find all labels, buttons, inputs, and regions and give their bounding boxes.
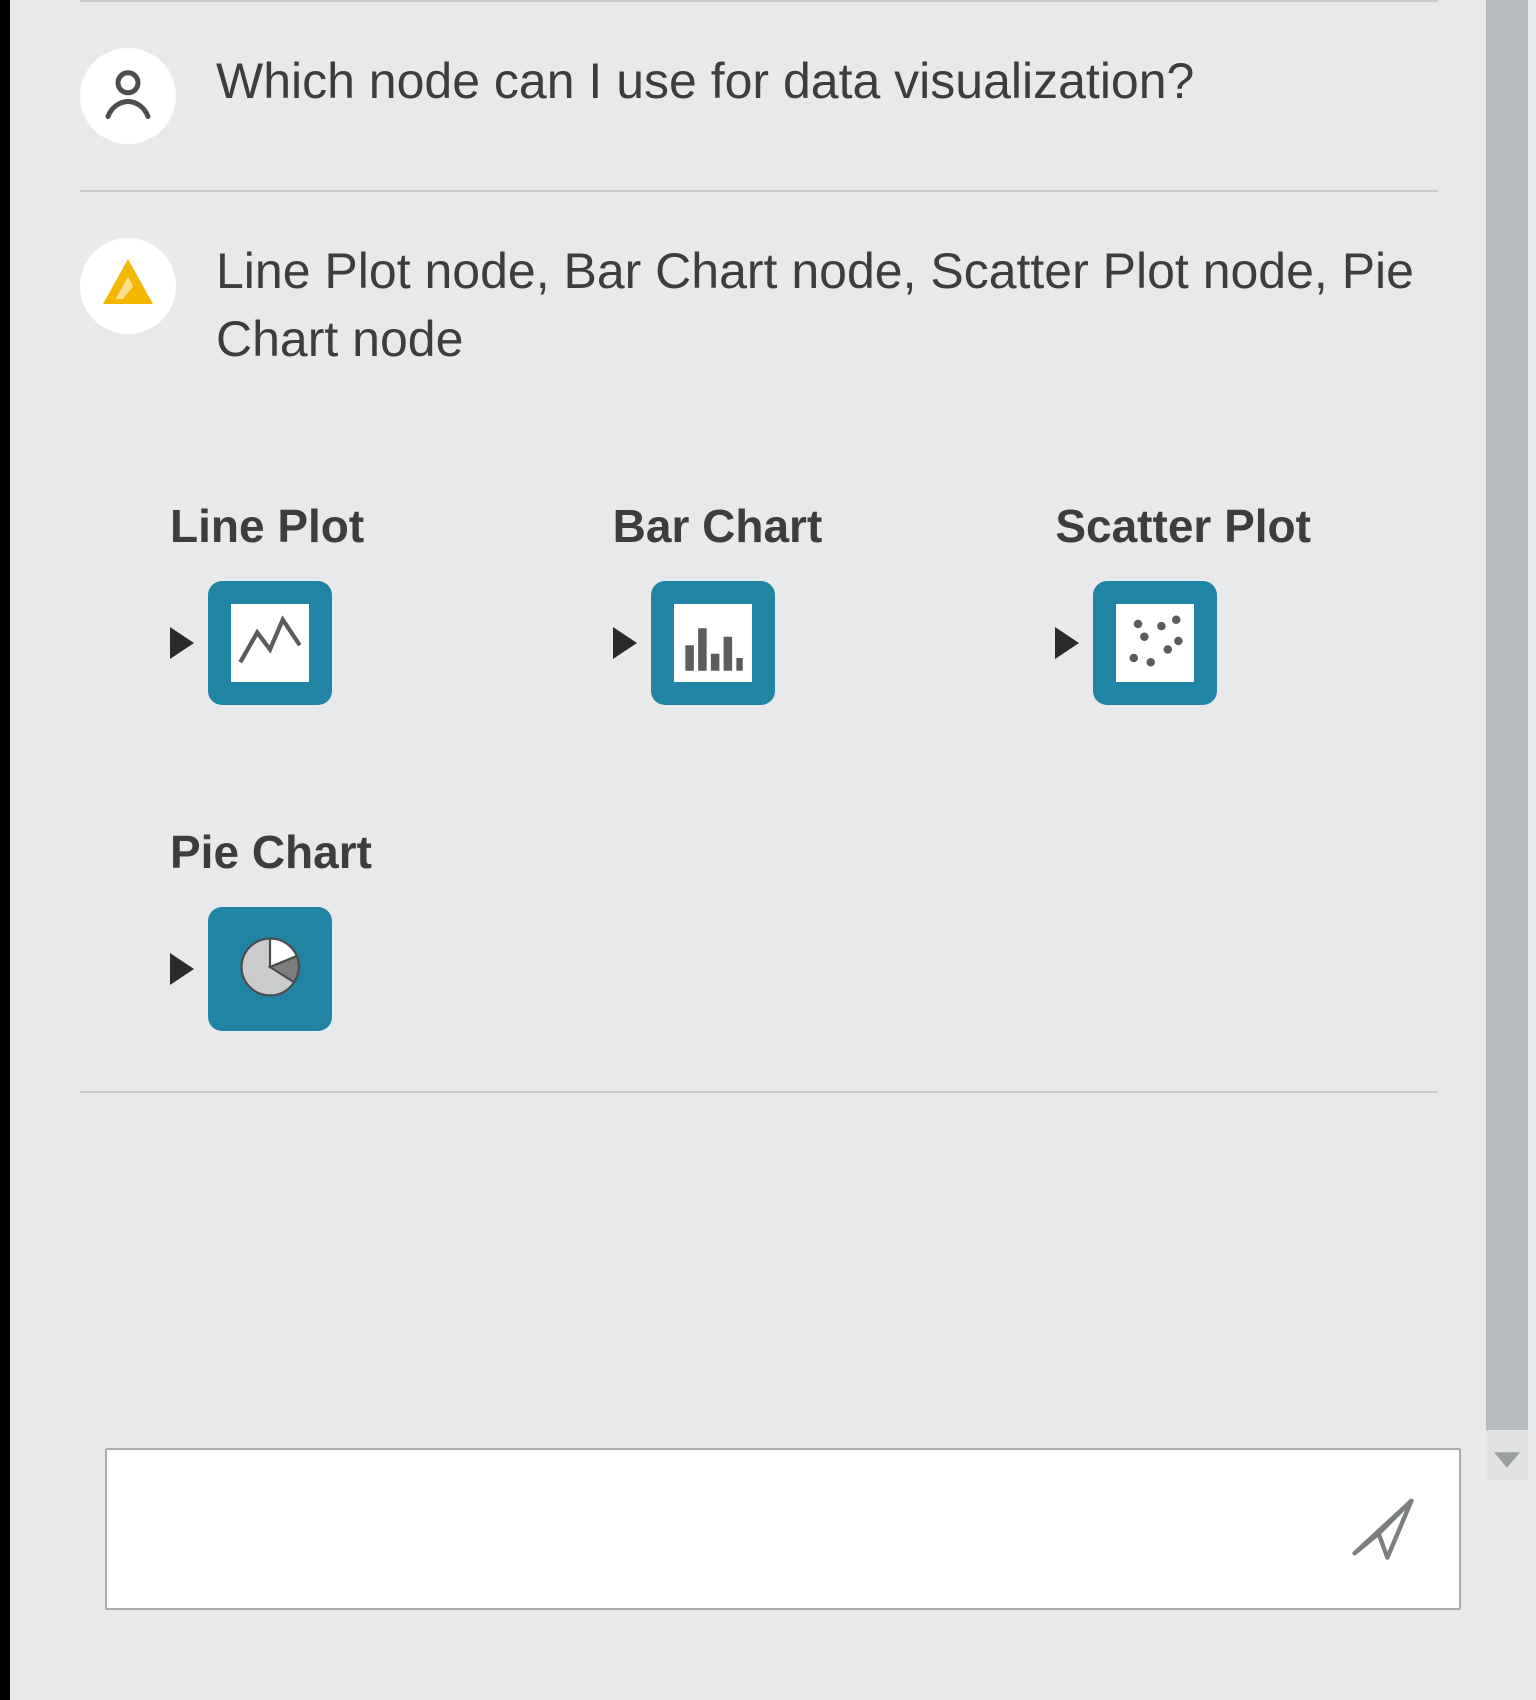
node-input-port-icon [170,627,194,659]
line-plot-icon [236,607,304,680]
user-avatar [80,48,176,144]
node-tile [1093,581,1217,705]
assistant-icon [98,254,158,319]
node-card-scatter-plot[interactable]: Scatter Plot [1055,499,1438,705]
node-icon-row [613,581,775,705]
chevron-down-icon [1494,1451,1520,1469]
node-tile [651,581,775,705]
pie-chart-icon [235,932,305,1007]
node-label: Bar Chart [613,499,823,553]
node-input-port-icon [613,627,637,659]
node-icon-row [170,581,332,705]
node-label: Pie Chart [170,825,372,879]
node-card-pie-chart[interactable]: Pie Chart [170,825,553,1031]
node-icon-row [1055,581,1217,705]
assistant-message-text: Line Plot node, Bar Chart node, Scatter … [216,238,1438,373]
node-label: Scatter Plot [1055,499,1311,553]
node-suggestions: Line Plot [80,419,1438,1091]
message-assistant: Line Plot node, Bar Chart node, Scatter … [80,192,1438,419]
scrollbar-thumb[interactable] [1486,0,1528,1430]
node-card-bar-chart[interactable]: Bar Chart [613,499,996,705]
send-icon [1348,1492,1418,1567]
node-tile [208,581,332,705]
node-tile [208,907,332,1031]
divider [80,1091,1438,1093]
composer [105,1448,1461,1610]
scroll-down-button[interactable] [1486,1440,1528,1480]
bar-chart-icon [679,607,747,680]
node-input-port-icon [1055,627,1079,659]
user-icon [98,64,158,129]
node-icon-row [170,907,332,1031]
message-user: Which node can I use for data visualizat… [80,2,1438,190]
assistant-avatar [80,238,176,334]
node-label: Line Plot [170,499,364,553]
composer-box [105,1448,1461,1610]
chat-panel: Which node can I use for data visualizat… [0,0,1536,1700]
send-button[interactable] [1343,1489,1423,1569]
scatter-plot-icon [1121,607,1189,680]
user-message-text: Which node can I use for data visualizat… [216,48,1438,116]
node-input-port-icon [170,953,194,985]
node-card-line-plot[interactable]: Line Plot [170,499,553,705]
conversation: Which node can I use for data visualizat… [20,0,1478,1460]
message-input[interactable] [143,1503,1343,1555]
